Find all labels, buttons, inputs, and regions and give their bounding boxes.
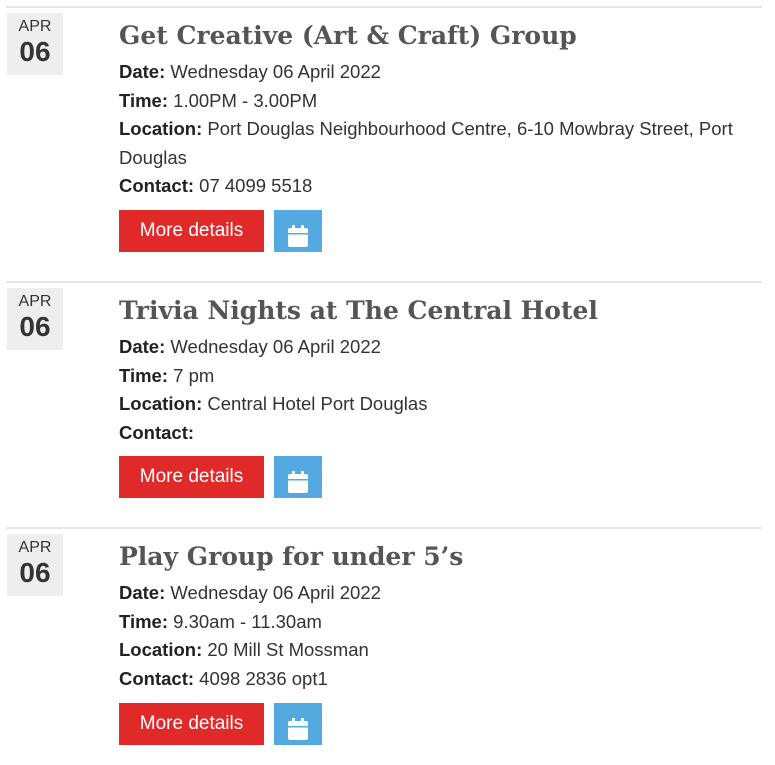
time-label: Time:: [119, 364, 169, 386]
date-value: Wednesday 06 April 2022: [170, 336, 381, 357]
contact-row: Contact:: [119, 419, 739, 448]
date-month: APR: [18, 293, 52, 310]
event-details: Date: Wednesday 06 April 2022 Time: 9.30…: [119, 579, 739, 693]
location-label: Location:: [119, 639, 203, 660]
time-value: 9.30am - 11.30am: [173, 610, 322, 632]
divider: [6, 527, 762, 529]
more-details-button[interactable]: More details: [119, 210, 264, 252]
contact-value: 07 4099 5518: [199, 175, 313, 196]
more-details-button[interactable]: More details: [119, 703, 264, 745]
add-to-calendar-button[interactable]: [274, 210, 322, 252]
event-item: APR 06 Get Creative (Art & Craft) Group …: [0, 6, 775, 276]
date-label: Date:: [119, 582, 166, 603]
time-row: Time: 9.30am - 11.30am: [119, 608, 739, 637]
contact-label: Contact:: [119, 667, 195, 689]
event-title[interactable]: Play Group for under 5’s: [119, 541, 463, 573]
date-day: 06: [19, 557, 51, 588]
time-row: Time: 7 pm: [119, 362, 739, 391]
time-label: Time:: [119, 610, 169, 632]
event-details: Date: Wednesday 06 April 2022 Time: 1.00…: [119, 58, 739, 201]
event-item: APR 06 Trivia Nights at The Central Hote…: [0, 281, 775, 521]
event-item: APR 06 Play Group for under 5’s Date: We…: [0, 527, 775, 765]
add-to-calendar-button[interactable]: [274, 703, 322, 745]
date-value: Wednesday 06 April 2022: [170, 61, 381, 82]
divider: [6, 6, 762, 8]
date-value: Wednesday 06 April 2022: [170, 582, 381, 603]
location-row: Location: Central Hotel Port Douglas: [119, 390, 739, 419]
calendar-icon: [288, 225, 308, 247]
contact-value: 4098 2836 opt1: [199, 667, 328, 689]
location-value: 20 Mill St Mossman: [207, 639, 369, 660]
date-day: 06: [19, 311, 51, 342]
contact-label: Contact:: [119, 175, 195, 196]
event-details: Date: Wednesday 06 April 2022 Time: 7 pm…: [119, 333, 739, 447]
date-row: Date: Wednesday 06 April 2022: [119, 579, 739, 608]
date-badge: APR 06: [7, 288, 63, 350]
contact-row: Contact: 4098 2836 opt1: [119, 665, 739, 694]
location-row: Location: 20 Mill St Mossman: [119, 636, 739, 665]
location-row: Location: Port Douglas Neighbourhood Cen…: [119, 115, 739, 172]
contact-row: Contact: 07 4099 5518: [119, 172, 739, 201]
contact-label: Contact:: [119, 421, 195, 443]
date-day: 06: [19, 36, 51, 67]
calendar-icon: [288, 718, 308, 740]
event-title[interactable]: Get Creative (Art & Craft) Group: [119, 20, 577, 52]
time-label: Time:: [119, 89, 169, 111]
calendar-icon: [288, 471, 308, 493]
date-label: Date:: [119, 61, 166, 82]
time-value: 1.00PM - 3.00PM: [173, 89, 318, 111]
location-label: Location:: [119, 393, 203, 414]
date-badge: APR 06: [7, 13, 63, 75]
location-value: Port Douglas Neighbourhood Centre, 6-10 …: [119, 118, 733, 168]
location-label: Location:: [119, 118, 203, 139]
more-details-button[interactable]: More details: [119, 456, 264, 498]
date-badge: APR 06: [7, 534, 63, 596]
date-row: Date: Wednesday 06 April 2022: [119, 58, 739, 87]
date-label: Date:: [119, 336, 166, 357]
event-title[interactable]: Trivia Nights at The Central Hotel: [119, 295, 598, 327]
date-month: APR: [18, 539, 52, 556]
time-value: 7 pm: [173, 364, 215, 386]
add-to-calendar-button[interactable]: [274, 456, 322, 498]
date-row: Date: Wednesday 06 April 2022: [119, 333, 739, 362]
time-row: Time: 1.00PM - 3.00PM: [119, 87, 739, 116]
divider: [6, 281, 762, 283]
date-month: APR: [18, 18, 52, 35]
location-value: Central Hotel Port Douglas: [207, 393, 428, 414]
